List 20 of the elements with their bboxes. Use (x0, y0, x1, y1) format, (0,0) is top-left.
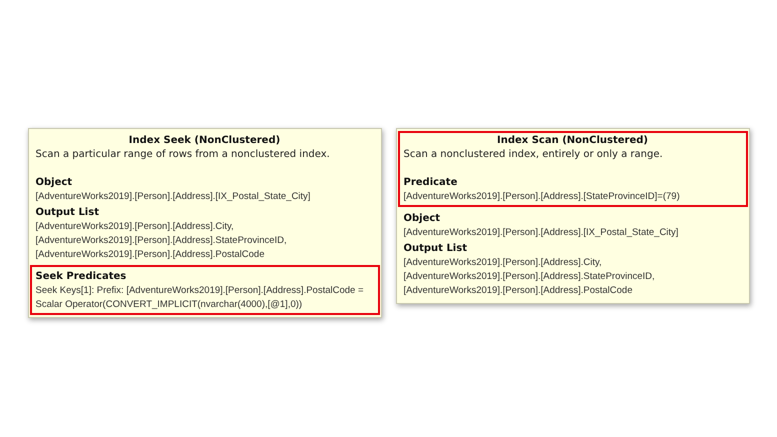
section-value: [AdventureWorks2019].[Person].[Address].StateProvinceID, (404, 270, 656, 284)
section-heading: Predicate (404, 176, 458, 190)
section-heading: Seek Predicates (36, 270, 128, 284)
section-value: [AdventureWorks2019].[Person].[Address].StateProvinceID, (36, 234, 288, 248)
tooltip-title: Index Seek (NonClustered) (128, 134, 282, 148)
section-value: [AdventureWorks2019].[Person].[Address].[IX_Postal_State_City] (36, 190, 312, 204)
tooltip-description: Scan a particular range of rows from a nonclustered index. (36, 148, 331, 162)
tooltip-title: Index Scan (NonClustered) (496, 134, 649, 148)
section-value: [AdventureWorks2019].[Person].[Address].City, (404, 256, 603, 270)
section-value: Seek Keys[1]: Prefix: [AdventureWorks2019].[Person].[Address].PostalCode = Scalar Operator(CONVERT_IMPLICIT(nvarchar(4000),[@1],0)) (36, 284, 365, 312)
tooltip-description: Scan a nonclustered index, entirely or only a range. (404, 148, 664, 162)
section-value: [AdventureWorks2019].[Person].[Address].[IX_Postal_State_City] (404, 226, 680, 240)
section-value: [AdventureWorks2019].[Person].[Address].PostalCode (404, 284, 634, 298)
section-heading: Output List (36, 206, 100, 220)
section-heading: Output List (404, 242, 468, 256)
section-value: [AdventureWorks2019].[Person].[Address].PostalCode (36, 248, 266, 262)
section-heading: Object (36, 176, 74, 190)
section-value: [AdventureWorks2019].[Person].[Address].[StateProvinceID]=(79) (404, 190, 681, 204)
section-value: [AdventureWorks2019].[Person].[Address].City, (36, 220, 235, 234)
section-heading: Object (404, 212, 442, 226)
